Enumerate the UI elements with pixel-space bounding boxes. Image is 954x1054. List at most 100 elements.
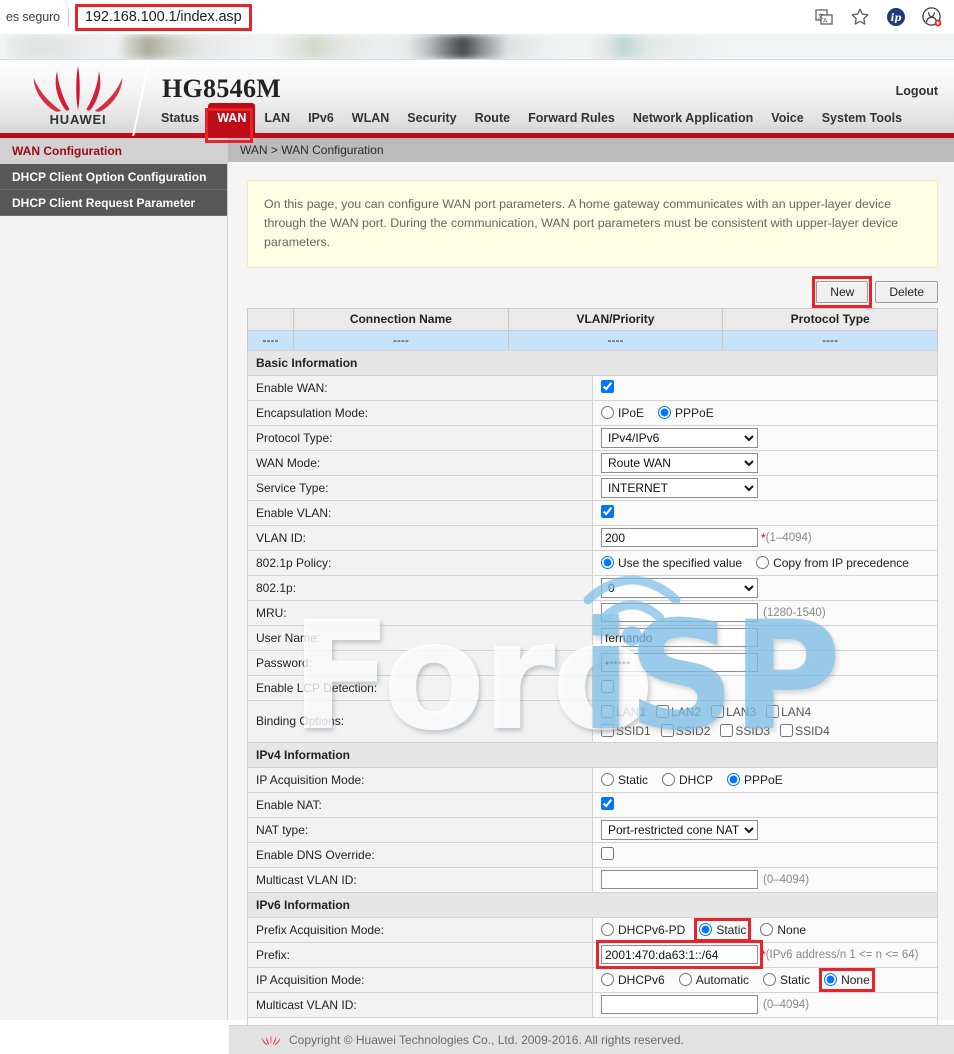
binding-checkbox-lan4[interactable] bbox=[766, 705, 779, 718]
prefix-mode-radio-static[interactable] bbox=[699, 923, 712, 936]
encapsulation-radio-pppoe[interactable] bbox=[658, 406, 671, 419]
prefix-mode-option-static[interactable]: Static bbox=[699, 923, 746, 937]
nat-type-select[interactable]: Port-restricted cone NAT bbox=[601, 820, 758, 840]
binding-option-ssid3[interactable]: SSID3 bbox=[720, 724, 770, 738]
binding-option-ssid1[interactable]: SSID1 bbox=[601, 724, 651, 738]
ipv6-acq-option-dhcpv6[interactable]: DHCPv6 bbox=[601, 973, 665, 987]
nav-item-lan[interactable]: LAN bbox=[255, 112, 299, 134]
policy-radio-specified[interactable] bbox=[601, 556, 614, 569]
ipv6-acq-option-none[interactable]: None bbox=[824, 973, 870, 987]
nav-item-voice[interactable]: Voice bbox=[762, 112, 812, 134]
url-bar-highlight[interactable]: 192.168.100.1/index.asp bbox=[75, 4, 252, 31]
wan-configuration-panel: On this page, you can configure WAN port… bbox=[228, 162, 954, 1054]
new-button[interactable]: New bbox=[816, 281, 868, 303]
binding-checkbox-lan3[interactable] bbox=[711, 705, 724, 718]
binding-option-ssid2[interactable]: SSID2 bbox=[661, 724, 711, 738]
prefix-mode-radio-dhcpv6-pd[interactable] bbox=[601, 923, 614, 936]
binding-option-lan1[interactable]: LAN1 bbox=[601, 705, 646, 719]
nav-item-ipv6[interactable]: IPv6 bbox=[299, 112, 343, 134]
policy-option-specified[interactable]: Use the specified value bbox=[601, 556, 742, 570]
binding-checkbox-ssid2[interactable] bbox=[661, 724, 674, 737]
ipv4-acq-option-static[interactable]: Static bbox=[601, 773, 648, 787]
ipv6-acq-option-static[interactable]: Static bbox=[763, 973, 810, 987]
delete-button[interactable]: Delete bbox=[875, 281, 938, 303]
binding-checkbox-ssid4[interactable] bbox=[780, 724, 793, 737]
ipv4-acq-option-pppoe[interactable]: PPPoE bbox=[727, 773, 783, 787]
nav-item-wan[interactable]: WAN bbox=[208, 103, 255, 134]
enable-nat-checkbox[interactable] bbox=[601, 797, 614, 810]
ipv4-multicast-vlan-id-input[interactable] bbox=[601, 870, 758, 889]
bookmarks-bar[interactable] bbox=[0, 34, 954, 60]
bookmark-star-icon[interactable] bbox=[850, 7, 870, 27]
ipv6-acq-radio-none[interactable] bbox=[824, 973, 837, 986]
encapsulation-option-pppoe[interactable]: PPPoE bbox=[658, 406, 714, 420]
translate-icon[interactable]: 文 A bbox=[814, 7, 834, 27]
mru-input[interactable] bbox=[601, 603, 758, 622]
cell-vlan-priority: ---- bbox=[508, 330, 723, 350]
ipv4-acq-option-dhcp[interactable]: DHCP bbox=[662, 773, 713, 787]
binding-label-ssid1: SSID1 bbox=[616, 724, 651, 738]
device-model: HG8546M bbox=[162, 74, 281, 104]
prefix-mode-radio-none[interactable] bbox=[760, 923, 773, 936]
enable-lcp-detection-checkbox[interactable] bbox=[601, 680, 614, 693]
extension-badge-icon[interactable] bbox=[922, 7, 942, 27]
ipv4-acq-radio-static[interactable] bbox=[601, 773, 614, 786]
username-input[interactable] bbox=[601, 628, 758, 647]
binding-checkbox-ssid3[interactable] bbox=[720, 724, 733, 737]
sidebar-item-dhcp-client-request-parameter[interactable]: DHCP Client Request Parameter bbox=[0, 190, 227, 216]
binding-option-lan4[interactable]: LAN4 bbox=[766, 705, 811, 719]
logout-link[interactable]: Logout bbox=[896, 84, 938, 98]
binding-checkbox-lan2[interactable] bbox=[656, 705, 669, 718]
value-binding-options: LAN1 LAN2 LAN3 bbox=[593, 700, 938, 742]
dot1p-select[interactable]: 0 bbox=[601, 578, 758, 598]
binding-checkbox-lan1[interactable] bbox=[601, 705, 614, 718]
protocol-type-select[interactable]: IPv4/IPv6 bbox=[601, 428, 758, 448]
section-basic-information: Basic Information bbox=[248, 350, 938, 375]
enable-wan-checkbox[interactable] bbox=[601, 380, 614, 393]
nav-item-status[interactable]: Status bbox=[152, 112, 208, 134]
prefix-mode-option-none[interactable]: None bbox=[760, 923, 806, 937]
row-mru: MRU: (1280-1540) bbox=[248, 600, 938, 625]
nav-item-wlan[interactable]: WLAN bbox=[343, 112, 399, 134]
enable-dns-override-checkbox[interactable] bbox=[601, 847, 614, 860]
nav-item-forward-rules[interactable]: Forward Rules bbox=[519, 112, 624, 134]
nav-item-route[interactable]: Route bbox=[466, 112, 519, 134]
service-type-select[interactable]: INTERNET bbox=[601, 478, 758, 498]
ipv6-acq-radio-automatic[interactable] bbox=[679, 973, 692, 986]
policy-radio-copy[interactable] bbox=[756, 556, 769, 569]
ipv6-multicast-vlan-id-input[interactable] bbox=[601, 995, 758, 1014]
value-ipv4-multicast-vlan-id: (0–4094) bbox=[593, 867, 938, 892]
ip-extension-icon[interactable]: ip bbox=[886, 7, 906, 27]
binding-checkbox-ssid1[interactable] bbox=[601, 724, 614, 737]
huawei-flower-icon bbox=[30, 66, 126, 112]
breadcrumb: WAN > WAN Configuration bbox=[228, 138, 954, 162]
ipv4-acq-radio-pppoe[interactable] bbox=[727, 773, 740, 786]
vlan-id-input[interactable] bbox=[601, 528, 758, 547]
ipv4-acq-label-pppoe: PPPoE bbox=[744, 773, 783, 787]
enable-vlan-checkbox[interactable] bbox=[601, 505, 614, 518]
encapsulation-option-ipoe[interactable]: IPoE bbox=[601, 406, 644, 420]
ipv6-acq-radio-static[interactable] bbox=[763, 973, 776, 986]
binding-option-lan3[interactable]: LAN3 bbox=[711, 705, 756, 719]
encapsulation-radio-ipoe[interactable] bbox=[601, 406, 614, 419]
label-enable-lcp-detection: Enable LCP Detection: bbox=[248, 675, 593, 700]
table-row[interactable]: ---- ---- ---- ---- bbox=[248, 330, 938, 350]
prefix-input[interactable] bbox=[601, 945, 758, 964]
ipv6-acq-radio-dhcpv6[interactable] bbox=[601, 973, 614, 986]
row-protocol-type: Protocol Type: IPv4/IPv6 bbox=[248, 425, 938, 450]
binding-option-lan2[interactable]: LAN2 bbox=[656, 705, 701, 719]
ipv6-acq-option-automatic[interactable]: Automatic bbox=[679, 973, 749, 987]
wan-mode-select[interactable]: Route WAN bbox=[601, 453, 758, 473]
sidebar-item-dhcp-client-option-configuration[interactable]: DHCP Client Option Configuration bbox=[0, 164, 227, 190]
prefix-mode-option-dhcpv6-pd[interactable]: DHCPv6-PD bbox=[601, 923, 685, 937]
nav-item-network-application[interactable]: Network Application bbox=[624, 112, 762, 134]
sidebar-item-wan-configuration[interactable]: WAN Configuration bbox=[0, 138, 227, 164]
nav-item-system-tools[interactable]: System Tools bbox=[813, 112, 911, 134]
password-input[interactable] bbox=[601, 653, 758, 672]
binding-option-ssid4[interactable]: SSID4 bbox=[780, 724, 830, 738]
row-prefix-acquisition-mode: Prefix Acquisition Mode: DHCPv6-PD bbox=[248, 917, 938, 942]
policy-option-copy[interactable]: Copy from IP precedence bbox=[756, 556, 909, 570]
label-password: Password: bbox=[248, 650, 593, 675]
ipv4-acq-radio-dhcp[interactable] bbox=[662, 773, 675, 786]
nav-item-security[interactable]: Security bbox=[398, 112, 465, 134]
